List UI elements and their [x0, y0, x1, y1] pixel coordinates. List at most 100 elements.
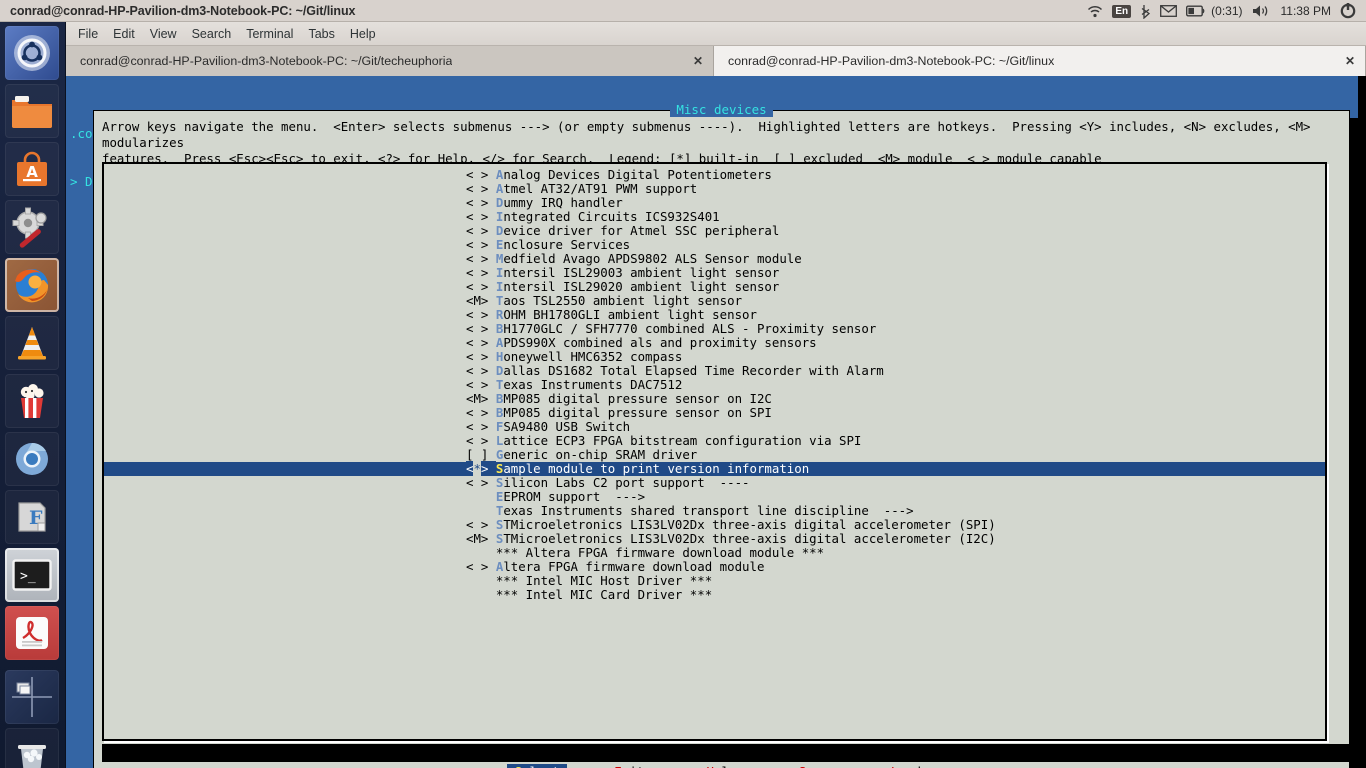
config-option-row[interactable]: <M> Taos TSL2550 ambient light sensor — [104, 294, 1325, 308]
menu-file[interactable]: File — [78, 27, 98, 41]
launcher-item-chromium[interactable] — [5, 432, 59, 486]
config-option-label: ummy IRQ handler — [503, 195, 622, 210]
launcher-item-document-viewer[interactable] — [5, 606, 59, 660]
config-option-row[interactable]: < > Dallas DS1682 Total Elapsed Time Rec… — [104, 364, 1325, 378]
config-option-row[interactable]: < > Enclosure Services — [104, 238, 1325, 252]
config-option-tag: <M> — [466, 391, 496, 406]
close-icon[interactable]: ✕ — [1323, 54, 1355, 68]
config-option-row-selected[interactable]: <*> Sample module to print version infor… — [104, 462, 1325, 476]
config-option-tag: [ ] — [466, 447, 496, 462]
launcher-item-dash-home[interactable] — [5, 26, 59, 80]
launcher-item-workspace-switcher[interactable] — [5, 670, 59, 724]
config-option-list[interactable]: < > Analog Devices Digital Potentiometer… — [102, 162, 1327, 741]
terminal-tab-techeuphoria[interactable]: conrad@conrad-HP-Pavilion-dm3-Notebook-P… — [66, 46, 714, 76]
save-button[interactable]: < Save > — [784, 764, 844, 768]
mail-icon[interactable] — [1160, 5, 1177, 17]
config-option-label: exas Instruments DAC7512 — [503, 377, 682, 392]
help-button[interactable]: < Help > — [691, 764, 751, 768]
config-option-row[interactable]: *** Intel MIC Host Driver *** — [104, 574, 1325, 588]
load-button[interactable]: < Load > — [876, 764, 936, 768]
launcher-item-firefox[interactable] — [5, 258, 59, 312]
clock-indicator[interactable]: 11:38 PM — [1281, 4, 1331, 18]
config-option-label: edfield Avago APDS9802 ALS Sensor module — [503, 251, 801, 266]
exit-button[interactable]: < Exit > — [599, 764, 659, 768]
volume-icon[interactable] — [1252, 4, 1272, 18]
launcher-item-terminal[interactable]: >_ — [5, 548, 59, 602]
config-option-row[interactable]: [ ] Generic on-chip SRAM driver — [104, 448, 1325, 462]
launcher-item-trash[interactable] — [5, 728, 59, 768]
font-book-icon: F — [5, 490, 59, 544]
terminal-tab-linux[interactable]: conrad@conrad-HP-Pavilion-dm3-Notebook-P… — [714, 46, 1366, 76]
wifi-icon[interactable] — [1087, 5, 1103, 18]
config-option-row[interactable]: < > FSA9480 USB Switch — [104, 420, 1325, 434]
terminal-right-shadow — [1358, 76, 1366, 768]
config-option-row[interactable]: < > Honeywell HMC6352 compass — [104, 350, 1325, 364]
config-option-tag: < > — [466, 433, 496, 448]
config-option-row[interactable]: <M> STMicroeletronics LIS3LV02Dx three-a… — [104, 532, 1325, 546]
config-option-row[interactable]: < > Integrated Circuits ICS932S401 — [104, 210, 1325, 224]
launcher-item-software-center[interactable]: A — [5, 142, 59, 196]
config-option-row[interactable]: < > BMP085 digital pressure sensor on SP… — [104, 406, 1325, 420]
button-label: elect> — [522, 764, 567, 768]
config-option-row[interactable]: < > Device driver for Atmel SSC peripher… — [104, 224, 1325, 238]
launcher-item-fontforge[interactable]: F — [5, 490, 59, 544]
launcher-item-vlc[interactable] — [5, 316, 59, 370]
battery-icon[interactable] — [1186, 5, 1206, 17]
select-button[interactable]: <Select> — [507, 764, 567, 768]
button-label: ave > — [806, 764, 844, 768]
config-option-row[interactable]: <M> BMP085 digital pressure sensor on I2… — [104, 392, 1325, 406]
config-option-row[interactable]: Texas Instruments shared transport line … — [104, 504, 1325, 518]
config-option-row[interactable]: < > ROHM BH1780GLI ambient light sensor — [104, 308, 1325, 322]
config-option-label: evice driver for Atmel SSC peripheral — [503, 223, 779, 238]
shopping-bag-icon: A — [5, 142, 59, 196]
popcorn-icon — [5, 374, 59, 428]
traffic-cone-icon — [5, 316, 59, 370]
config-option-label: MP085 digital pressure sensor on SPI — [503, 405, 772, 420]
config-option-row[interactable]: < > STMicroeletronics LIS3LV02Dx three-a… — [104, 518, 1325, 532]
launcher-item-system-settings[interactable] — [5, 200, 59, 254]
menu-terminal[interactable]: Terminal — [246, 27, 293, 41]
terminal-menubar: File Edit View Search Terminal Tabs Help — [66, 22, 1366, 46]
config-option-tag: < > — [466, 195, 496, 210]
config-option-row[interactable]: < > Lattice ECP3 FPGA bitstream configur… — [104, 434, 1325, 448]
config-option-row[interactable]: < > Intersil ISL29003 ambient light sens… — [104, 266, 1325, 280]
config-option-row[interactable]: EEPROM support ---> — [104, 490, 1325, 504]
button-hotkey: S — [514, 764, 522, 768]
config-option-row[interactable]: < > Dummy IRQ handler — [104, 196, 1325, 210]
config-option-row[interactable]: < > Texas Instruments DAC7512 — [104, 378, 1325, 392]
menu-view[interactable]: View — [150, 27, 177, 41]
config-option-row[interactable]: *** Intel MIC Card Driver *** — [104, 588, 1325, 602]
config-option-row[interactable]: < > Atmel AT32/AT91 PWM support — [104, 182, 1325, 196]
config-option-tag: < > — [466, 167, 496, 182]
terminal-bottom-shadow — [102, 744, 1357, 762]
dialog-help-text: Arrow keys navigate the menu. <Enter> se… — [102, 119, 1342, 167]
config-option-row[interactable]: < > BH1770GLC / SFH7770 combined ALS - P… — [104, 322, 1325, 336]
config-option-label: ntegrated Circuits ICS932S401 — [503, 209, 719, 224]
gear-icon[interactable] — [1340, 3, 1356, 19]
config-option-row[interactable]: < > Intersil ISL29020 ambient light sens… — [104, 280, 1325, 294]
menu-help[interactable]: Help — [350, 27, 376, 41]
config-option-row[interactable]: < > Analog Devices Digital Potentiometer… — [104, 168, 1325, 182]
menuconfig-screen: .config - Linux/arm 3.13.11 Kernel Confi… — [66, 76, 1366, 768]
menu-search[interactable]: Search — [192, 27, 232, 41]
config-option-label: MP085 digital pressure sensor on I2C — [503, 391, 772, 406]
trash-bin-icon — [5, 728, 59, 768]
config-option-tag: <M> — [466, 293, 496, 308]
launcher-item-files[interactable] — [5, 84, 59, 138]
config-option-tag: < > — [466, 559, 496, 574]
keyboard-layout-indicator[interactable]: En — [1112, 5, 1131, 18]
config-option-row[interactable]: < > APDS990X combined als and proximity … — [104, 336, 1325, 350]
launcher-item-popcorn-time[interactable] — [5, 374, 59, 428]
config-option-row[interactable]: < > Silicon Labs C2 port support ---- — [104, 476, 1325, 490]
close-icon[interactable]: ✕ — [671, 54, 703, 68]
config-option-row[interactable]: *** Altera FPGA firmware download module… — [104, 546, 1325, 560]
config-option-row[interactable]: < > Medfield Avago APDS9802 ALS Sensor m… — [104, 252, 1325, 266]
dialog-title-text: Misc devices — [670, 102, 772, 117]
bluetooth-icon[interactable] — [1140, 4, 1151, 19]
menu-edit[interactable]: Edit — [113, 27, 135, 41]
menu-tabs[interactable]: Tabs — [308, 27, 334, 41]
config-option-row[interactable]: < > Altera FPGA firmware download module — [104, 560, 1325, 574]
config-option-tag: < > — [466, 279, 496, 294]
unity-launcher: A — [0, 22, 66, 768]
dialog-button-row: <Select> < Exit > < Help > < Save > < Load > — [94, 764, 1349, 768]
